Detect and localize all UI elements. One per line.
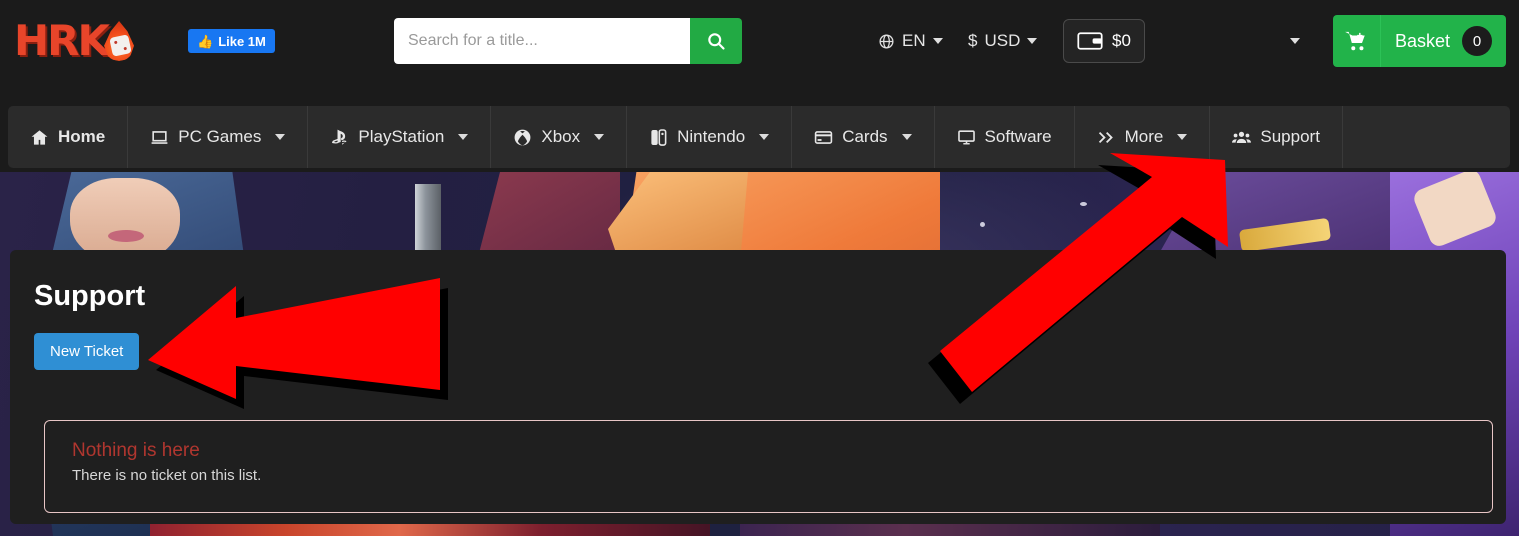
language-selector[interactable]: EN	[878, 0, 943, 82]
nav-item-playstation[interactable]: PlayStation	[308, 106, 492, 168]
chevron-down-icon	[1027, 38, 1038, 44]
desktop-icon	[957, 128, 976, 147]
search-bar	[394, 18, 742, 64]
nav-label: Support	[1260, 127, 1320, 146]
shopping-cart-icon	[1333, 15, 1381, 67]
nav-label: Software	[984, 127, 1052, 146]
nav-item-pc-games[interactable]: PC Games	[128, 106, 309, 168]
nintendo-switch-icon	[649, 128, 668, 147]
laptop-icon	[150, 128, 169, 147]
nav-label: PlayStation	[358, 127, 445, 146]
chevron-down-icon	[932, 38, 943, 44]
nav-empty-space	[1343, 106, 1510, 168]
chevron-down-icon	[275, 134, 286, 140]
double-chevron-right-icon	[1097, 128, 1116, 147]
currency-selector[interactable]: $ USD	[968, 0, 1038, 82]
basket-label: Basket	[1394, 30, 1450, 51]
nav-item-xbox[interactable]: Xbox	[491, 106, 628, 168]
nav-label: More	[1124, 127, 1164, 146]
basket-count-badge: 0	[1462, 26, 1492, 56]
thumbs-up-icon: 👍	[197, 33, 214, 49]
like-label: Like 1M	[218, 33, 266, 49]
nav-label: Home	[58, 127, 106, 146]
chevron-down-icon	[594, 134, 605, 140]
nav-item-more[interactable]: More	[1075, 106, 1211, 168]
search-button[interactable]	[690, 18, 742, 64]
wallet-icon	[1077, 31, 1103, 51]
logo-text: HRK	[14, 16, 110, 65]
nav-label: Nintendo	[677, 127, 746, 146]
site-header: HRK 👍 Like 1M Search for a title... EN $…	[0, 0, 1519, 82]
nav-item-software[interactable]: Software	[935, 106, 1075, 168]
empty-state-alert: Nothing is here There is no ticket on th…	[44, 420, 1493, 513]
page-title: Support	[34, 280, 146, 312]
search-icon	[708, 33, 725, 50]
site-logo[interactable]: HRK	[14, 15, 174, 67]
chevron-down-icon	[1290, 38, 1300, 44]
nav-item-support[interactable]: Support	[1210, 106, 1343, 168]
nav-item-cards[interactable]: Cards	[792, 106, 935, 168]
chevron-down-icon	[1177, 134, 1188, 140]
nav-label: Xbox	[541, 127, 581, 146]
search-input[interactable]	[394, 18, 690, 64]
credit-card-icon	[814, 128, 833, 147]
facebook-like-button[interactable]: 👍 Like 1M	[188, 29, 275, 53]
chevron-down-icon	[458, 134, 469, 140]
users-icon	[1232, 128, 1252, 147]
alert-message: There is no ticket on this list.	[72, 467, 262, 484]
xbox-icon	[513, 128, 532, 147]
nav-item-nintendo[interactable]: Nintendo	[627, 106, 793, 168]
currency-label: USD	[984, 31, 1021, 50]
playstation-icon	[330, 128, 349, 147]
wallet-balance-button[interactable]: $0	[1063, 0, 1145, 82]
flame-dice-icon	[104, 21, 136, 61]
account-menu-button[interactable]	[1290, 0, 1300, 82]
nav-label: Cards	[842, 127, 888, 146]
new-ticket-button[interactable]: New Ticket	[34, 333, 140, 370]
basket-button[interactable]: Basket 0	[1332, 15, 1506, 67]
chevron-down-icon	[901, 134, 912, 140]
main-navigation: Home PC Games PlayStation Xbox Nintendo …	[8, 106, 1510, 168]
nav-label: PC Games	[178, 127, 262, 146]
alert-title: Nothing is here	[72, 440, 200, 461]
support-content-panel: Support New Ticket Nothing is here There…	[10, 250, 1506, 524]
globe-icon	[878, 33, 895, 50]
home-icon	[30, 128, 49, 147]
chevron-down-icon	[759, 134, 770, 140]
language-label: EN	[902, 31, 926, 50]
page-root: HRK 👍 Like 1M Search for a title... EN $…	[0, 0, 1519, 536]
currency-symbol: $	[968, 31, 978, 50]
wallet-amount: $0	[1112, 31, 1131, 50]
nav-item-home[interactable]: Home	[8, 106, 129, 168]
